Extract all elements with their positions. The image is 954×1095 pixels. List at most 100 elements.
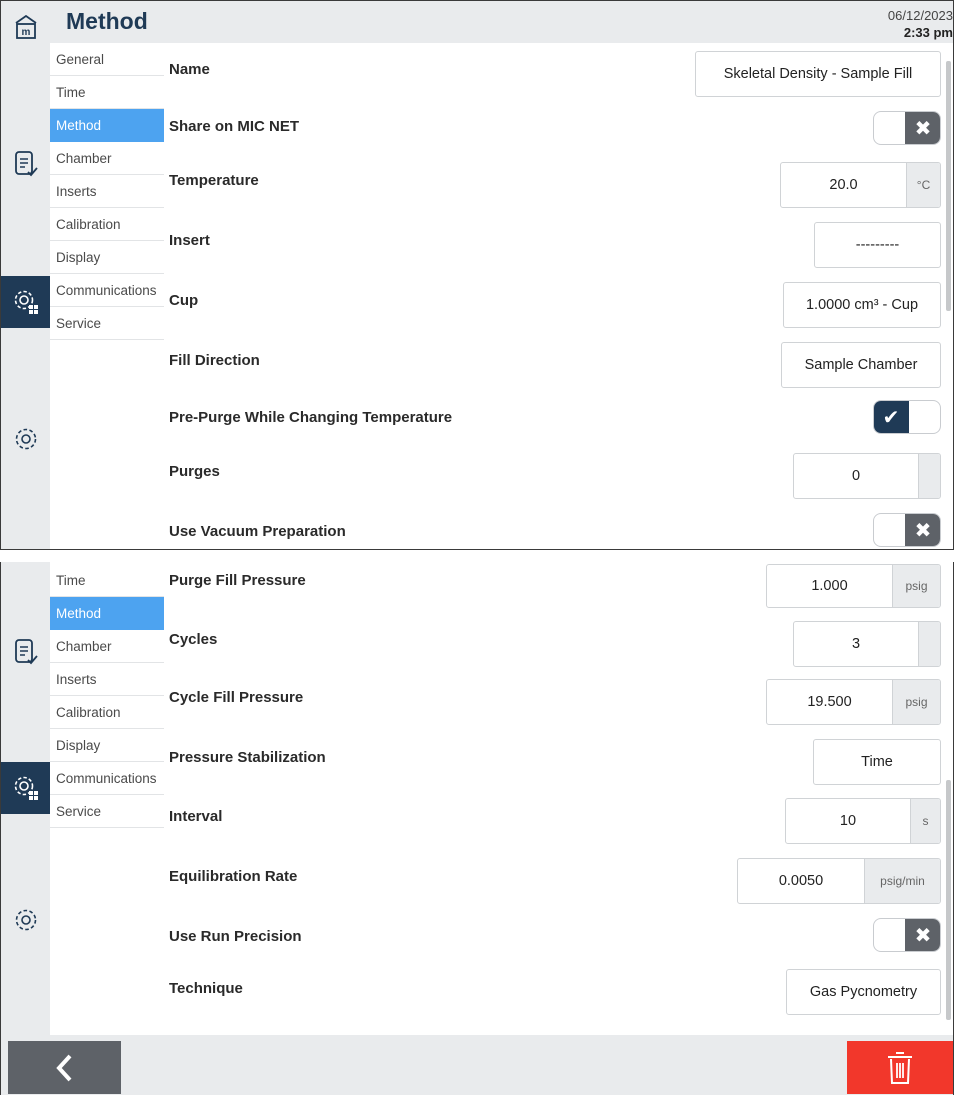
page-title: Method xyxy=(66,8,148,34)
subnav-item-calibration[interactable]: Calibration xyxy=(50,208,164,241)
purge-fill-pressure-field[interactable]: 1.000 psig xyxy=(766,564,941,608)
svg-text:m: m xyxy=(21,27,30,38)
left-rail: m xyxy=(1,1,50,549)
subnav-item-display[interactable]: Display xyxy=(50,729,164,762)
subnav-item-service[interactable]: Service xyxy=(50,307,164,340)
run-precision-label: Use Run Precision xyxy=(169,928,302,945)
datetime: 06/12/2023 2:33 pm xyxy=(888,7,953,41)
back-button[interactable] xyxy=(8,1041,121,1094)
time-text: 2:33 pm xyxy=(903,25,953,40)
subnav-item-chamber[interactable]: Chamber xyxy=(50,630,164,663)
cycles-field[interactable]: 3 xyxy=(793,621,941,667)
technique-field[interactable]: Gas Pycnometry xyxy=(786,969,941,1015)
instrument-settings-button[interactable] xyxy=(1,276,50,328)
title-bar: Method 06/12/2023 2:33 pm xyxy=(50,1,953,43)
cycle-fill-pressure-field[interactable]: 19.500 psig xyxy=(766,679,941,725)
cup-field[interactable]: 1.0000 cm³ - Cup xyxy=(783,282,941,328)
technique-value: Gas Pycnometry xyxy=(809,984,918,1000)
subnav-item-communications[interactable]: Communications xyxy=(50,274,164,307)
cycles-label: Cycles xyxy=(169,631,218,648)
pressure-stabilization-field[interactable]: Time xyxy=(813,739,941,785)
x-icon: ✖ xyxy=(905,514,940,546)
left-rail xyxy=(1,562,50,1095)
trash-icon xyxy=(888,1051,912,1084)
pressure-stabilization-value: Time xyxy=(861,754,893,770)
pre-purge-toggle[interactable]: ✔ xyxy=(873,400,941,434)
share-label: Share on MIC NET xyxy=(169,118,300,135)
subnav-item-calibration[interactable]: Calibration xyxy=(50,696,164,729)
insert-value: --------- xyxy=(855,237,900,253)
purges-label: Purges xyxy=(169,463,220,480)
purge-fill-pressure-unit: psig xyxy=(892,565,940,607)
purges-value: 0 xyxy=(851,468,861,484)
delete-button[interactable] xyxy=(847,1041,953,1094)
purges-field[interactable]: 0 xyxy=(793,453,941,499)
subnav-item-inserts[interactable]: Inserts xyxy=(50,663,164,696)
equilibration-rate-field[interactable]: 0.0050 psig/min xyxy=(737,858,941,904)
report-icon xyxy=(14,639,38,665)
scrollbar-thumb[interactable] xyxy=(946,61,951,311)
subnav-item-time[interactable]: Time xyxy=(50,76,164,109)
check-icon: ✔ xyxy=(874,401,909,433)
settings-button[interactable] xyxy=(1,413,50,465)
temperature-field[interactable]: 20.0 °C xyxy=(780,162,941,208)
bottom-bar xyxy=(1,1035,953,1095)
home-button[interactable]: m xyxy=(1,1,50,53)
scrollbar-thumb[interactable] xyxy=(946,780,951,1020)
cup-value: 1.0000 cm³ - Cup xyxy=(805,297,919,313)
subnav-item-method[interactable]: Method xyxy=(50,597,164,630)
subnav-item-time[interactable]: Time xyxy=(50,564,164,597)
insert-label: Insert xyxy=(169,232,210,249)
subnav-item-chamber[interactable]: Chamber xyxy=(50,142,164,175)
cycles-value: 3 xyxy=(851,636,861,652)
subnav-item-communications[interactable]: Communications xyxy=(50,762,164,795)
subnav-item-method[interactable]: Method xyxy=(50,109,164,142)
name-label: Name xyxy=(169,61,210,78)
purge-fill-pressure-label: Purge Fill Pressure xyxy=(169,572,306,589)
insert-field[interactable]: --------- xyxy=(814,222,941,268)
equilibration-rate-unit: psig/min xyxy=(864,859,940,903)
subnav-item-general[interactable]: General xyxy=(50,43,164,76)
interval-unit: s xyxy=(910,799,940,843)
share-toggle[interactable]: ✖ xyxy=(873,111,941,145)
x-icon: ✖ xyxy=(905,112,940,144)
run-precision-toggle[interactable]: ✖ xyxy=(873,918,941,952)
interval-value: 10 xyxy=(839,813,857,829)
pressure-stabilization-label: Pressure Stabilization xyxy=(169,749,326,766)
method-panel-top: m Method 06/12/2023 2:33 pm General Time… xyxy=(0,0,954,550)
settings-subnav: General Time Method Chamber Inserts Calibrati… xyxy=(50,43,164,340)
instrument-settings-icon xyxy=(14,776,38,800)
name-value: Skeletal Density - Sample Fill xyxy=(723,66,913,82)
scrollbar[interactable] xyxy=(943,43,953,549)
temperature-value: 20.0 xyxy=(829,177,858,193)
instrument-settings-button[interactable] xyxy=(1,762,50,814)
purge-fill-pressure-value: 1.000 xyxy=(811,578,848,594)
cycle-fill-pressure-label: Cycle Fill Pressure xyxy=(169,689,304,706)
fill-direction-value: Sample Chamber xyxy=(804,357,918,373)
scrollbar[interactable] xyxy=(943,562,953,1035)
date-text: 06/12/2023 xyxy=(887,8,953,23)
subnav-item-display[interactable]: Display xyxy=(50,241,164,274)
report-button[interactable] xyxy=(1,138,50,190)
settings-subnav: Time Method Chamber Inserts Calibration Displ… xyxy=(50,564,164,828)
cycle-fill-pressure-value: 19.500 xyxy=(807,694,852,710)
fill-direction-field[interactable]: Sample Chamber xyxy=(781,342,941,388)
method-panel-bottom: Time Method Chamber Inserts Calibration Displ… xyxy=(0,562,954,1095)
report-button[interactable] xyxy=(1,626,50,678)
subnav-item-inserts[interactable]: Inserts xyxy=(50,175,164,208)
subnav-item-service[interactable]: Service xyxy=(50,795,164,828)
settings-icon xyxy=(15,428,36,450)
report-icon xyxy=(14,151,38,177)
name-field[interactable]: Skeletal Density - Sample Fill xyxy=(695,51,941,97)
technique-label: Technique xyxy=(169,980,243,997)
temperature-label: Temperature xyxy=(169,172,259,189)
vacuum-prep-toggle[interactable]: ✖ xyxy=(873,513,941,547)
equilibration-rate-value: 0.0050 xyxy=(778,873,824,889)
temperature-unit: °C xyxy=(906,163,940,207)
chevron-left-icon xyxy=(55,1054,71,1081)
settings-button[interactable] xyxy=(1,894,50,946)
x-icon: ✖ xyxy=(905,919,940,951)
interval-field[interactable]: 10 s xyxy=(785,798,941,844)
cup-label: Cup xyxy=(169,292,199,309)
cycles-unit xyxy=(918,622,940,666)
